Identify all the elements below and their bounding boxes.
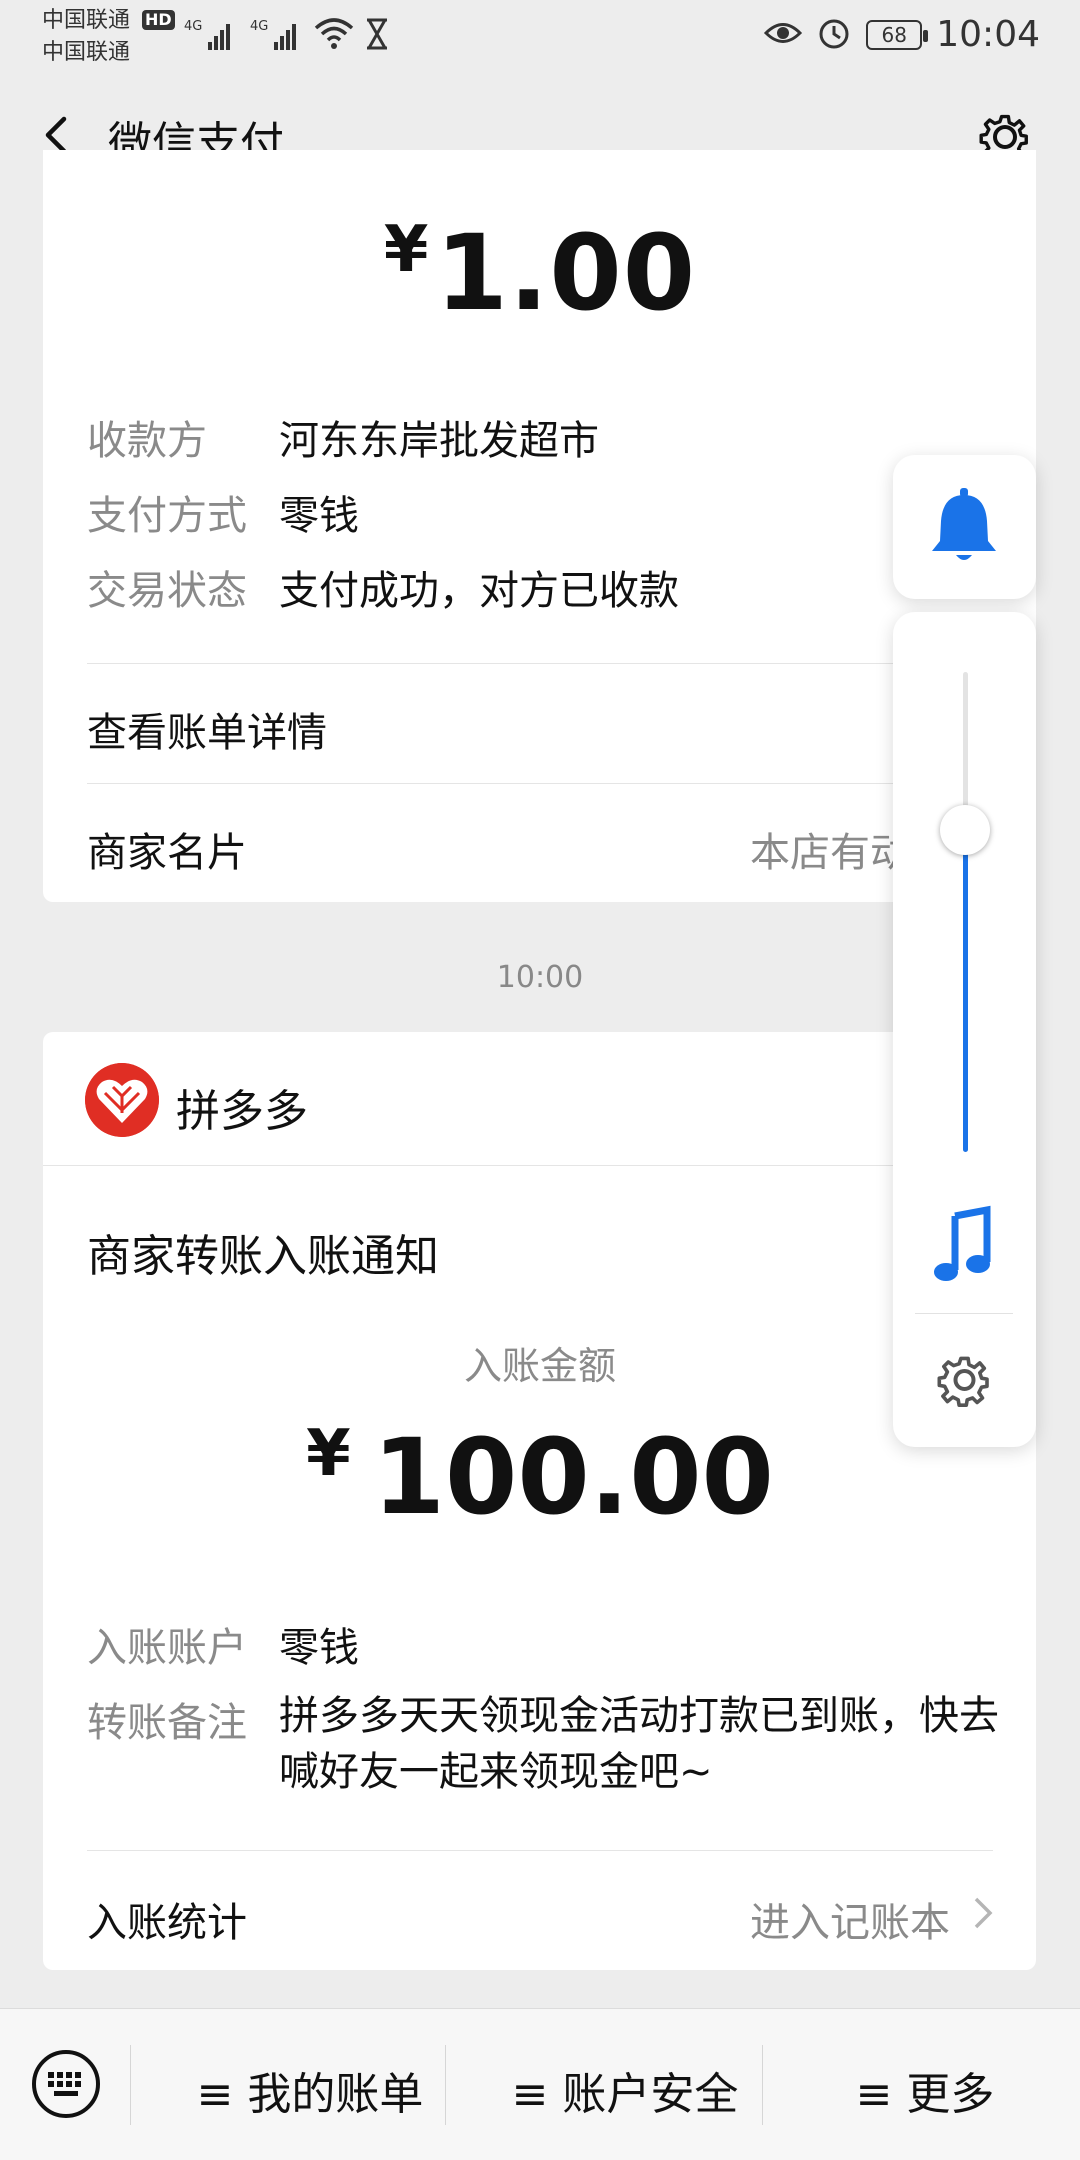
field-label: 支付方式 [87,493,247,539]
remark-value: 拼多多天天领现金活动打款已到账，快去喊好友一起来领现金吧~ [279,1693,999,1795]
field-label: 交易状态 [87,568,247,614]
field-value: 支付成功，对方已收款 [279,568,679,614]
media-volume-button[interactable] [893,1200,1036,1300]
payment-amount: ¥1.00 [0,212,1080,334]
menu-separator [445,2045,446,2125]
carrier-2: 中国联通 [42,40,131,65]
field-label: 转账备注 [87,1700,247,1746]
bell-icon [932,488,996,560]
volume-slider-fill [963,830,968,1152]
sound-settings-button[interactable] [893,1340,1036,1420]
status-clock: 10:04 [936,14,1040,55]
field-value: 零钱 [279,1625,359,1671]
wifi-icon [314,16,354,54]
signal-icon: 4G [250,14,306,58]
carrier-1: 中国联通 [42,8,131,33]
ledger-link[interactable]: 进入记账本 [750,1890,950,1948]
view-bill-detail-link[interactable]: 查看账单详情 [87,700,327,758]
amount-value: 100.00 [372,1416,774,1538]
eye-icon [764,18,803,52]
ringer-mode-button[interactable] [893,455,1036,599]
field-label: 收款方 [87,418,207,464]
menu-separator [762,2045,763,2125]
keyboard-toggle-button[interactable] [30,2048,102,2120]
status-right: 68 10:04 [764,14,1040,55]
menu-separator [130,2045,131,2125]
field-value: 零钱 [279,493,359,539]
divider [87,1850,993,1851]
divider [87,663,993,664]
chevron-right-icon [968,1893,998,1933]
hourglass-icon [364,18,390,54]
music-note-icon [934,1205,991,1281]
currency-symbol: ¥ [306,1417,351,1491]
signal-icon: 4G [184,14,240,58]
menu-my-bills[interactable]: ≡ 我的账单 [160,2058,460,2122]
menu-account-security[interactable]: ≡ 账户安全 [475,2058,775,2122]
currency-symbol: ¥ [383,213,430,287]
gear-icon [937,1356,989,1408]
merchant-card-label[interactable]: 商家名片 [87,820,247,878]
field-value: 河东东岸批发超市 [279,418,599,464]
divider [43,1165,1036,1166]
notice-title: 商家转账入账通知 [87,1231,439,1282]
menu-more[interactable]: ≡ 更多 [790,2058,1060,2122]
alarm-icon [816,15,852,55]
network-type-label: 4G [250,19,268,34]
sender-name[interactable]: 拼多多 [176,1075,308,1139]
divider [87,783,993,784]
keyboard-icon [32,2050,100,2118]
panel-divider [915,1313,1013,1314]
pinduoduo-logo-icon [85,1063,159,1137]
battery-icon: 68 [866,19,929,50]
amount-value: 1.00 [435,212,697,334]
field-label: 入账账户 [87,1625,247,1671]
network-type-label: 4G [184,19,202,34]
stats-label[interactable]: 入账统计 [87,1890,247,1948]
hd-badge: HD [142,10,175,30]
